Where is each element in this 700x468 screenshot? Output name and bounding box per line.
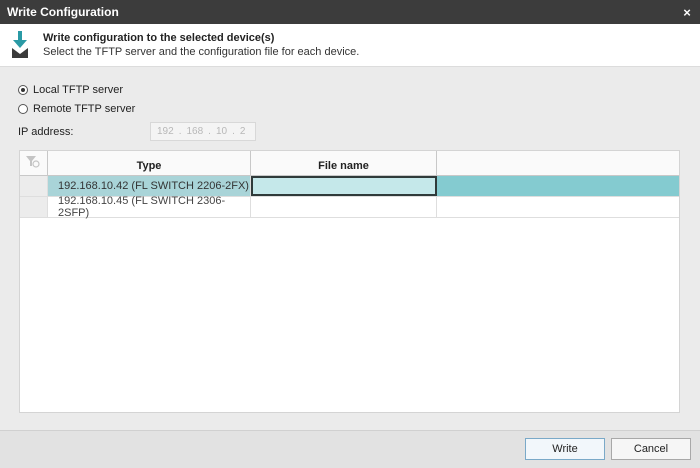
ip-octet-4: 2 [239,126,246,137]
ip-octet-2: 168 [186,126,204,137]
cancel-button[interactable]: Cancel [611,438,691,460]
close-button[interactable]: × [674,0,700,24]
close-icon: × [683,4,691,20]
file-name-cell[interactable] [251,197,437,217]
remote-tftp-radio[interactable]: Remote TFTP server [18,103,135,115]
filter-column-header[interactable] [20,151,48,175]
type-cell[interactable]: 192.168.10.45 (FL SWITCH 2306-2SFP) [48,195,251,219]
file-name-cell[interactable] [251,176,437,196]
row-filler[interactable] [437,176,679,196]
ip-octet-3: 10 [215,126,228,137]
type-cell[interactable]: 192.168.10.42 (FL SWITCH 2206-2FX) [48,176,251,196]
dialog-footer: Write Cancel [0,430,700,468]
local-tftp-radio[interactable]: Local TFTP server [18,84,123,96]
title-bar: Write Configuration × [0,0,700,24]
column-header-type[interactable]: Type [48,151,251,175]
row-header[interactable] [20,197,48,217]
write-button[interactable]: Write [525,438,605,460]
table-row[interactable]: 192.168.10.45 (FL SWITCH 2306-2SFP) [20,195,679,219]
window-title: Write Configuration [7,5,119,19]
ip-address-input: 192 . 168 . 10 . 2 [150,122,256,141]
table-row[interactable]: 192.168.10.42 (FL SWITCH 2206-2FX) [20,176,679,197]
filter-icon[interactable] [26,155,40,168]
row-filler[interactable] [437,197,679,217]
ip-octet-1: 192 [157,126,174,137]
remote-tftp-label: Remote TFTP server [33,103,136,115]
column-header-file-name[interactable]: File name [251,151,437,175]
row-header[interactable] [20,176,48,196]
write-configuration-dialog: Write Configuration × Write configuratio… [0,0,700,468]
radio-checked-icon[interactable] [18,85,28,95]
radio-unchecked-icon[interactable] [18,104,28,114]
download-to-device-icon [12,31,28,58]
dialog-header: Write configuration to the selected devi… [0,24,700,67]
header-subtitle: Select the TFTP server and the configura… [43,46,360,58]
local-tftp-label: Local TFTP server [33,84,124,96]
device-grid: Type File name 192.168.10.42 (FL SWITCH … [19,150,680,413]
grid-header: Type File name [20,151,679,176]
ip-address-label: IP address: [18,126,74,138]
header-title: Write configuration to the selected devi… [43,32,275,44]
